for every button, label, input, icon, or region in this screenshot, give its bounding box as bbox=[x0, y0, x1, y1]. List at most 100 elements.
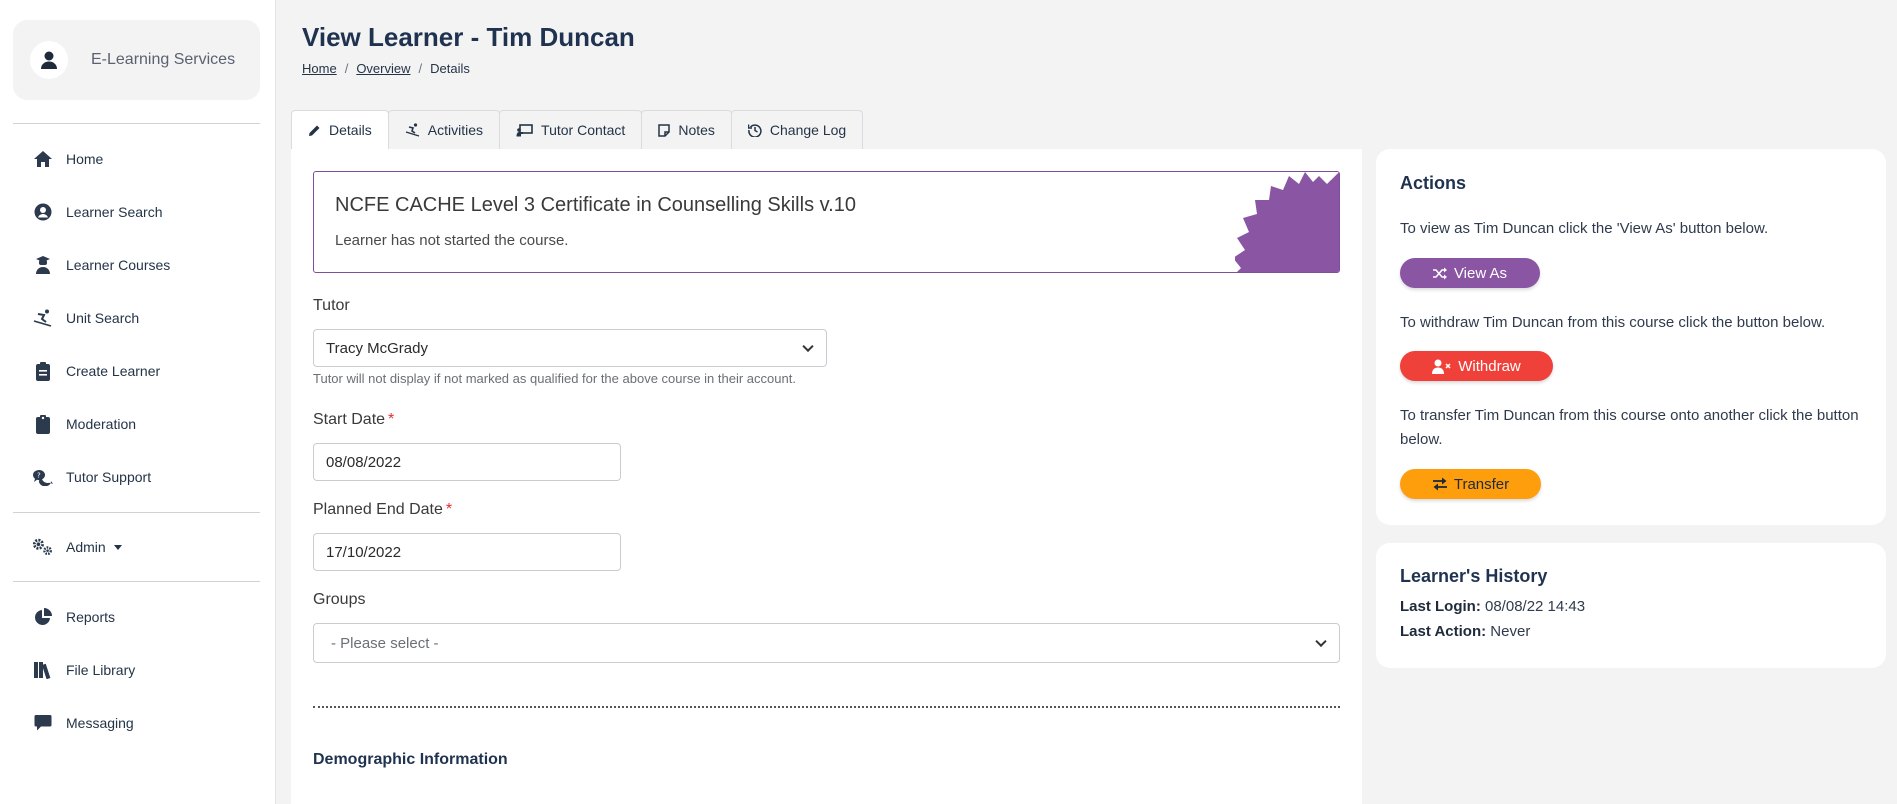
tab-label: Tutor Contact bbox=[541, 122, 626, 138]
breadcrumb-current: Details bbox=[430, 61, 470, 76]
sidebar-divider bbox=[13, 581, 260, 582]
withdraw-label: Withdraw bbox=[1458, 357, 1521, 375]
end-date-label: Planned End Date * bbox=[313, 501, 453, 518]
tutor-label: Tutor bbox=[313, 297, 350, 314]
sidebar-item-label: Tutor Support bbox=[66, 469, 152, 485]
last-login-value: 08/08/22 14:43 bbox=[1485, 598, 1586, 615]
tab-activities[interactable]: Activities bbox=[387, 110, 501, 149]
start-date-field[interactable]: 08/08/2022 bbox=[313, 443, 621, 481]
graduate-icon bbox=[32, 254, 54, 276]
course-status: Learner has not started the course. bbox=[335, 232, 569, 249]
clipboard-list-icon bbox=[32, 360, 54, 382]
tab-label: Notes bbox=[678, 122, 715, 138]
swap-arrows-icon bbox=[1432, 477, 1448, 491]
breadcrumb-separator: / bbox=[344, 61, 349, 76]
required-mark: * bbox=[388, 411, 395, 428]
demographic-section-title: Demographic Information bbox=[313, 751, 508, 768]
start-date-value: 08/08/2022 bbox=[326, 453, 402, 471]
history-icon bbox=[747, 123, 762, 137]
sidebar-item-label: Home bbox=[66, 151, 104, 167]
clipboard-icon bbox=[32, 413, 54, 435]
breadcrumb: Home / Overview / Details bbox=[302, 61, 470, 76]
sidebar: E-Learning Services Home Learner Search … bbox=[0, 0, 276, 804]
books-icon bbox=[32, 659, 54, 681]
breadcrumb-separator: / bbox=[418, 61, 423, 76]
end-date-value: 17/10/2022 bbox=[326, 543, 402, 561]
sidebar-item-label: Reports bbox=[66, 609, 116, 625]
user-remove-icon bbox=[1432, 359, 1452, 374]
view-as-label: View As bbox=[1453, 264, 1508, 282]
tutor-select-value: Tracy McGrady bbox=[326, 339, 428, 357]
sidebar-item-learner-courses[interactable]: Learner Courses bbox=[32, 250, 170, 280]
details-panel: NCFE CACHE Level 3 Certificate in Counse… bbox=[291, 149, 1362, 804]
withdraw-text: To withdraw Tim Duncan from this course … bbox=[1400, 314, 1826, 331]
transfer-text: To transfer Tim Duncan from this course … bbox=[1400, 407, 1859, 448]
tutor-help-text: Tutor will not display if not marked as … bbox=[313, 371, 796, 386]
end-date-field[interactable]: 17/10/2022 bbox=[313, 533, 621, 571]
course-badge-icon bbox=[1235, 172, 1339, 272]
caret-down-icon bbox=[113, 544, 122, 550]
tab-details[interactable]: Details bbox=[291, 110, 389, 149]
history-title: Learner's History bbox=[1400, 566, 1548, 586]
sidebar-item-label: Create Learner bbox=[66, 363, 161, 379]
view-as-button[interactable]: View As bbox=[1400, 258, 1540, 288]
message-icon bbox=[32, 712, 54, 734]
skier-icon bbox=[405, 123, 420, 137]
sidebar-item-moderation[interactable]: Moderation bbox=[32, 409, 136, 439]
note-icon bbox=[658, 123, 671, 137]
help-chat-icon: ? bbox=[32, 466, 54, 488]
sidebar-item-messaging[interactable]: Messaging bbox=[32, 708, 134, 738]
groups-select-value: - Please select - bbox=[331, 634, 439, 652]
sidebar-item-home[interactable]: Home bbox=[32, 144, 103, 174]
course-title: NCFE CACHE Level 3 Certificate in Counse… bbox=[335, 194, 856, 216]
tutor-select[interactable]: Tracy McGrady bbox=[313, 329, 827, 367]
sidebar-item-file-library[interactable]: File Library bbox=[32, 655, 135, 685]
learner-history-panel: Learner's History Last Login: 08/08/22 1… bbox=[1376, 543, 1886, 668]
breadcrumb-overview-link[interactable]: Overview bbox=[356, 61, 410, 76]
withdraw-button[interactable]: Withdraw bbox=[1400, 351, 1553, 381]
pencil-icon bbox=[308, 124, 321, 137]
svg-text:?: ? bbox=[37, 472, 41, 480]
pie-chart-icon bbox=[32, 606, 54, 628]
course-banner: NCFE CACHE Level 3 Certificate in Counse… bbox=[313, 171, 1340, 273]
start-date-label: Start Date * bbox=[313, 411, 395, 428]
sidebar-item-create-learner[interactable]: Create Learner bbox=[32, 356, 160, 386]
sidebar-item-unit-search[interactable]: Unit Search bbox=[32, 303, 139, 333]
sidebar-item-learner-search[interactable]: Learner Search bbox=[32, 197, 163, 227]
sidebar-item-label: Admin bbox=[66, 539, 106, 555]
tab-notes[interactable]: Notes bbox=[641, 110, 732, 149]
user-circle-icon bbox=[32, 201, 54, 223]
tab-change-log[interactable]: Change Log bbox=[730, 110, 864, 149]
sidebar-item-reports[interactable]: Reports bbox=[32, 602, 115, 632]
sidebar-item-label: Messaging bbox=[66, 715, 134, 731]
sidebar-divider bbox=[13, 512, 260, 513]
skier-icon bbox=[32, 307, 54, 329]
groups-select[interactable]: - Please select - bbox=[313, 623, 1340, 663]
transfer-button[interactable]: Transfer bbox=[1400, 469, 1541, 499]
chevron-down-icon bbox=[1315, 635, 1327, 648]
sidebar-item-label: Moderation bbox=[66, 416, 137, 432]
tab-label: Details bbox=[329, 122, 372, 138]
sidebar-item-tutor-support[interactable]: ? Tutor Support bbox=[32, 462, 151, 492]
last-action: Last Action: Never bbox=[1400, 623, 1530, 640]
page-title: View Learner - Tim Duncan bbox=[302, 22, 635, 52]
actions-panel: Actions To view as Tim Duncan click the … bbox=[1376, 149, 1886, 525]
chevron-down-icon bbox=[802, 340, 814, 353]
sidebar-item-label: Unit Search bbox=[66, 310, 140, 326]
tab-tutor-contact[interactable]: Tutor Contact bbox=[499, 110, 643, 149]
sidebar-divider bbox=[13, 123, 260, 124]
brand-block[interactable]: E-Learning Services bbox=[13, 20, 260, 100]
section-divider bbox=[313, 706, 1340, 708]
last-login: Last Login: 08/08/22 14:43 bbox=[1400, 598, 1585, 615]
required-mark: * bbox=[445, 501, 453, 518]
home-icon bbox=[32, 148, 54, 170]
transfer-label: Transfer bbox=[1453, 475, 1510, 493]
tab-label: Activities bbox=[427, 122, 484, 138]
breadcrumb-home-link[interactable]: Home bbox=[302, 61, 337, 76]
last-action-label: Last Action: bbox=[1400, 623, 1487, 640]
actions-title: Actions bbox=[1400, 173, 1467, 193]
tab-label: Change Log bbox=[769, 122, 847, 138]
groups-label: Groups bbox=[313, 591, 366, 608]
user-avatar-icon bbox=[30, 41, 68, 79]
sidebar-item-admin[interactable]: Admin bbox=[32, 532, 122, 562]
